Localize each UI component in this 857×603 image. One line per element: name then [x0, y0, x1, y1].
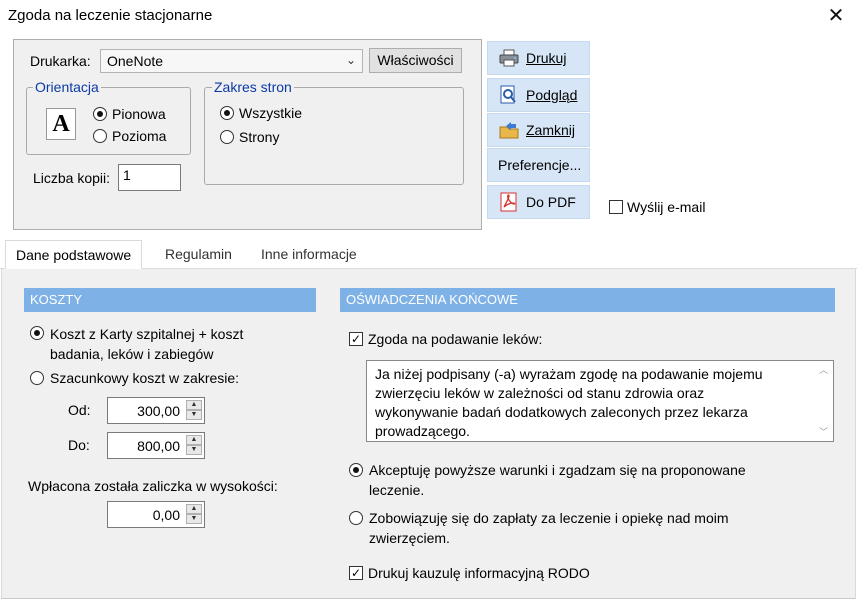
statements-header: OŚWIADCZENIA KOŃCOWE	[340, 288, 835, 312]
print-button[interactable]: Drukuj	[487, 41, 590, 75]
cost-from-label: Od:	[68, 402, 91, 418]
cost-from-spinner[interactable]: 300,00 ▲ ▼	[107, 397, 205, 424]
spin-up-icon[interactable]: ▲	[186, 504, 202, 514]
spin-down-icon[interactable]: ▼	[186, 410, 202, 420]
radio-landscape[interactable]	[93, 129, 107, 143]
orientation-title: Orientacja	[33, 79, 101, 95]
copies-label: Liczba kopii:	[33, 170, 111, 186]
radio-accept[interactable]	[349, 463, 363, 477]
memo-line: wykonywanie badań dodatkowych zaleconych…	[375, 404, 748, 420]
orientation-landscape-option[interactable]: Pozioma	[93, 126, 166, 146]
rodo-checkbox[interactable]: ✓	[349, 566, 363, 580]
commit-label-line2: zwierzęciem.	[369, 530, 450, 546]
range-pages-label: Strony	[239, 129, 280, 145]
send-email-option[interactable]: Wyślij e-mail	[609, 197, 705, 217]
cost-card-label-line2: badania, leków i zabiegów	[50, 346, 214, 362]
rodo-label: Drukuj kauzulę informacyjną RODO	[368, 565, 590, 581]
tab-regulations[interactable]: Regulamin	[155, 240, 242, 269]
radio-portrait[interactable]	[93, 107, 107, 121]
cost-to-label: Do:	[68, 437, 90, 453]
commit-option[interactable]: Zobowiązuję się do zapłaty za leczenie i…	[349, 508, 729, 548]
printer-select-value: OneNote	[107, 53, 164, 69]
radio-all-pages[interactable]	[220, 106, 234, 120]
spin-up-icon[interactable]: ▲	[186, 400, 202, 410]
preview-label: Podgląd	[526, 87, 578, 103]
memo-scrollbar[interactable]: ︿ ﹀	[815, 362, 832, 440]
range-all-option[interactable]: Wszystkie	[220, 103, 302, 123]
scroll-down-icon[interactable]: ﹀	[815, 424, 832, 440]
cost-to-spinner[interactable]: 800,00 ▲ ▼	[107, 432, 205, 459]
close-icon[interactable]: ✕	[823, 3, 849, 29]
orientation-landscape-label: Pozioma	[112, 128, 167, 144]
range-all-label: Wszystkie	[239, 105, 302, 121]
send-email-checkbox[interactable]	[609, 200, 623, 214]
tab-other-info[interactable]: Inne informacje	[251, 240, 367, 269]
spin-down-icon[interactable]: ▼	[186, 445, 202, 455]
pdf-button[interactable]: Do PDF	[487, 185, 590, 219]
consent-text-memo[interactable]: Ja niżej podpisany (-a) wyrażam zgodę na…	[366, 360, 834, 442]
spin-down-icon[interactable]: ▼	[186, 514, 202, 524]
cost-to-value: 800,00	[137, 438, 180, 454]
print-label: Drukuj	[526, 50, 567, 66]
close-dialog-label: Zamknij	[526, 122, 576, 138]
consent-checkbox[interactable]: ✓	[349, 332, 363, 346]
orientation-portrait-option[interactable]: Pionowa	[93, 104, 166, 124]
tab-basic-data[interactable]: Dane podstawowe	[5, 240, 143, 269]
orientation-portrait-label: Pionowa	[112, 106, 166, 122]
rodo-option[interactable]: ✓ Drukuj kauzulę informacyjną RODO	[349, 563, 590, 583]
accept-label-line1: Akceptuję powyższe warunki i zgadzam się…	[369, 462, 746, 478]
consent-label: Zgoda na podawanie leków:	[368, 331, 543, 347]
preview-button[interactable]: Podgląd	[487, 78, 590, 112]
radio-cost-card[interactable]	[30, 326, 44, 340]
commit-label-line1: Zobowiązuję się do zapłaty za leczenie i…	[369, 510, 729, 526]
close-dialog-button[interactable]: Zamknij	[487, 113, 590, 147]
accept-label-line2: leczenie.	[369, 482, 425, 498]
memo-line: prowadzącego.	[375, 423, 470, 439]
printer-icon	[498, 48, 520, 68]
cost-from-value: 300,00	[137, 403, 180, 419]
chevron-down-icon: ⌄	[345, 53, 356, 67]
consent-option[interactable]: ✓ Zgoda na podawanie leków:	[349, 329, 542, 349]
printer-label: Drukarka:	[30, 53, 91, 69]
printer-select[interactable]: OneNote ⌄	[100, 49, 363, 73]
radio-commit[interactable]	[349, 511, 363, 525]
memo-line: Ja niżej podpisany (-a) wyrażam zgodę na…	[375, 366, 763, 382]
pdf-label: Do PDF	[526, 194, 576, 210]
pdf-icon	[498, 192, 520, 212]
magnifier-icon	[498, 85, 520, 105]
copies-input[interactable]: 1	[118, 164, 181, 191]
properties-button[interactable]: Właściwości	[369, 48, 462, 73]
cost-card-label-line1: Koszt z Karty szpitalnej + koszt	[50, 326, 244, 342]
send-email-label: Wyślij e-mail	[627, 199, 706, 215]
deposit-value: 0,00	[152, 507, 180, 523]
preferences-label: Preferencje...	[498, 157, 582, 173]
window-title: Zgoda na leczenie stacjonarne	[8, 7, 213, 24]
scroll-up-icon[interactable]: ︿	[815, 362, 832, 378]
costs-header: KOSZTY	[24, 288, 316, 312]
deposit-label: Wpłacona została zaliczka w wysokości:	[28, 478, 278, 494]
preferences-button[interactable]: Preferencje...	[487, 148, 590, 182]
portrait-page-icon: A	[46, 108, 76, 140]
cost-estimate-label: Szacunkowy koszt w zakresie:	[50, 370, 240, 386]
deposit-spinner[interactable]: 0,00 ▲ ▼	[107, 501, 205, 528]
radio-cost-estimate[interactable]	[30, 371, 44, 385]
accept-option[interactable]: Akceptuję powyższe warunki i zgadzam się…	[349, 460, 746, 500]
range-pages-option[interactable]: Strony	[220, 127, 279, 147]
page-range-title: Zakres stron	[212, 79, 294, 95]
radio-page-range[interactable]	[220, 130, 234, 144]
memo-line: zwierzęciu leków w zależności od stanu z…	[375, 385, 705, 401]
cost-card-option[interactable]: Koszt z Karty szpitalnej + koszt badania…	[30, 324, 243, 364]
cost-estimate-option[interactable]: Szacunkowy koszt w zakresie:	[30, 368, 239, 388]
spin-up-icon[interactable]: ▲	[186, 435, 202, 445]
folder-arrow-icon	[498, 120, 520, 140]
